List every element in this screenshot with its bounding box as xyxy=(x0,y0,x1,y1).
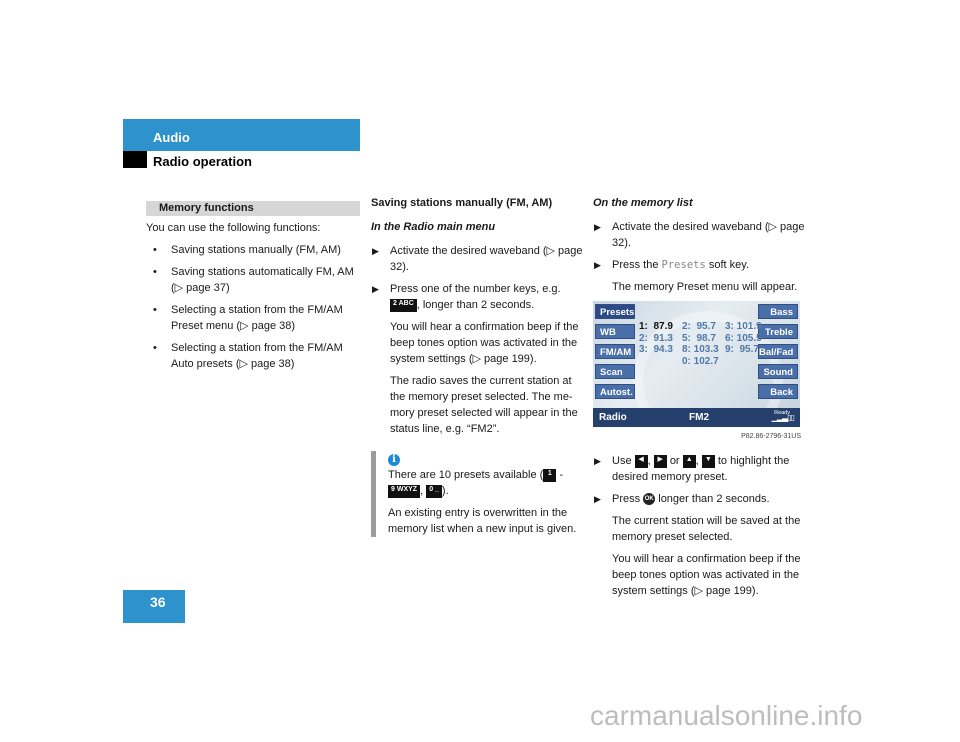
preset-row: 3: 94.3 8: 103.3 9: 95.7 xyxy=(639,344,768,356)
softkey-bass[interactable]: Bass xyxy=(758,304,798,319)
list-item: • Saving stations automatically FM, AM (▷… xyxy=(153,266,354,294)
step-item: ▶ Activate the desired waveband (▷ page … xyxy=(594,221,805,249)
radio-preset-screen: Presets WB FM/AM Scan Autost. Bass Trebl… xyxy=(593,301,800,427)
preset-item-empty xyxy=(725,356,768,368)
bullet-icon: • xyxy=(153,342,157,354)
step-item: ▶ Press the Presets soft key. xyxy=(594,259,750,271)
saving-manually-heading: Saving stations manually (FM, AM) xyxy=(371,197,553,209)
number-key-2-icon: 2 ABC xyxy=(390,298,417,312)
softkey-presets[interactable]: Presets xyxy=(595,304,635,319)
arrow-left-key-icon: ◀ xyxy=(634,454,648,468)
preset-list: 1: 87.9 2: 95.7 3: 101.9 2: 91.3 5: 98.7… xyxy=(639,321,768,367)
step-arrow-icon: ▶ xyxy=(594,222,601,232)
chapter-title: Audio xyxy=(153,130,190,145)
presets-count-text: There are 10 presets available (1 - 9 WX… xyxy=(388,468,564,498)
step-item: ▶ Use ◀, ▶ or ▲, ▼ to highlight the desi… xyxy=(594,454,790,483)
save-confirmation-text: The current station will be saved at the… xyxy=(612,515,801,543)
preset-item-empty xyxy=(639,356,682,368)
softkey-wb[interactable]: WB xyxy=(595,324,635,339)
save-result-text: The radio saves the current station at t… xyxy=(390,375,578,435)
preset-item[interactable]: 3: 94.3 xyxy=(639,344,682,356)
overwrite-note-text: An existing entry is overwritten in the … xyxy=(388,507,577,535)
memory-list-subheading: On the memory list xyxy=(593,197,693,209)
info-icon: i xyxy=(388,454,400,466)
step-item: ▶ Activate the desired waveband (▷ page … xyxy=(372,245,583,273)
status-line: Radio FM2 Ready ▁▂▃▯▯ xyxy=(593,408,800,427)
arrow-down-key-icon: ▼ xyxy=(701,454,715,468)
arrow-up-key-icon: ▲ xyxy=(682,454,696,468)
beep-info-text: You will hear a confirmation beep if the… xyxy=(612,553,801,597)
list-item: • Selecting a station from the FM/AM Auto… xyxy=(153,342,343,370)
section-title: Radio operation xyxy=(153,154,252,169)
preset-row: 0: 102.7 xyxy=(639,356,768,368)
step-arrow-icon: ▶ xyxy=(594,260,601,270)
radio-main-menu-subheading: In the Radio main menu xyxy=(371,221,496,233)
memory-functions-heading: Memory functions xyxy=(146,201,360,216)
preset-item[interactable]: 6: 105.5 xyxy=(725,333,768,345)
preset-item[interactable]: 3: 101.9 xyxy=(725,321,768,333)
page-number: 36 xyxy=(150,594,166,610)
step-item: ▶ Press OK longer than 2 seconds. xyxy=(594,493,770,506)
preset-item-selected[interactable]: 1: 87.9 xyxy=(639,321,682,333)
left-column: Memory functions You can use the followi… xyxy=(146,201,360,378)
intro-text: You can use the following functions: xyxy=(146,222,321,234)
figure-id: P82.86-2796-31US xyxy=(741,433,801,440)
beep-info-text: You will hear a confirmation beep if the… xyxy=(390,321,579,365)
arrow-right-key-icon: ▶ xyxy=(653,454,667,468)
preset-item[interactable]: 9: 95.7 xyxy=(725,344,768,356)
softkey-fm-am[interactable]: FM/AM xyxy=(595,344,635,359)
step-arrow-icon: ▶ xyxy=(594,494,601,504)
step-arrow-icon: ▶ xyxy=(372,284,379,294)
status-source: Radio xyxy=(599,412,627,423)
preset-item[interactable]: 0: 102.7 xyxy=(682,356,725,368)
status-band: FM2 xyxy=(689,412,709,423)
right-column: On the memory list ▶ Activate the desire… xyxy=(593,195,807,605)
bullet-icon: • xyxy=(153,266,157,278)
preset-row: 2: 91.3 5: 98.7 6: 105.5 xyxy=(639,333,768,345)
preset-item[interactable]: 2: 95.7 xyxy=(682,321,725,333)
step-item: ▶ Press one of the number keys, e.g. 2 A… xyxy=(372,283,561,312)
step-arrow-icon: ▶ xyxy=(372,246,379,256)
preset-item[interactable]: 2: 91.3 xyxy=(639,333,682,345)
presets-softkey-label: Presets xyxy=(661,259,706,271)
middle-column: Saving stations manually (FM, AM) In the… xyxy=(371,195,585,543)
signal-strength-icon: ▁▂▃▯▯ xyxy=(771,413,795,422)
preset-item[interactable]: 8: 103.3 xyxy=(682,344,725,356)
section-marker xyxy=(123,151,147,168)
number-key-0-icon: 0 _ xyxy=(426,484,442,498)
preset-menu-result-text: The memory Preset menu will appear. xyxy=(612,281,798,293)
preset-item[interactable]: 5: 98.7 xyxy=(682,333,725,345)
softkey-autostore[interactable]: Autost. xyxy=(595,384,635,399)
function-list: • Saving stations manually (FM, AM) • Savi… xyxy=(146,242,360,372)
list-item: • Selecting a station from the FM/AM Pres… xyxy=(153,304,343,332)
preset-row: 1: 87.9 2: 95.7 3: 101.9 xyxy=(639,321,768,333)
step-arrow-icon: ▶ xyxy=(594,456,601,466)
softkey-scan[interactable]: Scan xyxy=(595,364,635,379)
bullet-icon: • xyxy=(153,304,157,316)
number-key-1-icon: 1 xyxy=(543,468,557,482)
bullet-icon: • xyxy=(153,244,157,256)
info-note: i There are 10 presets available (1 - 9 … xyxy=(371,451,585,537)
ok-key-icon: OK xyxy=(643,493,656,506)
number-key-9-icon: 9 WXYZ xyxy=(388,484,421,498)
watermark: carmanualsonline.info xyxy=(590,700,863,731)
list-item: • Saving stations manually (FM, AM) xyxy=(153,244,341,256)
softkey-back[interactable]: Back xyxy=(758,384,798,399)
